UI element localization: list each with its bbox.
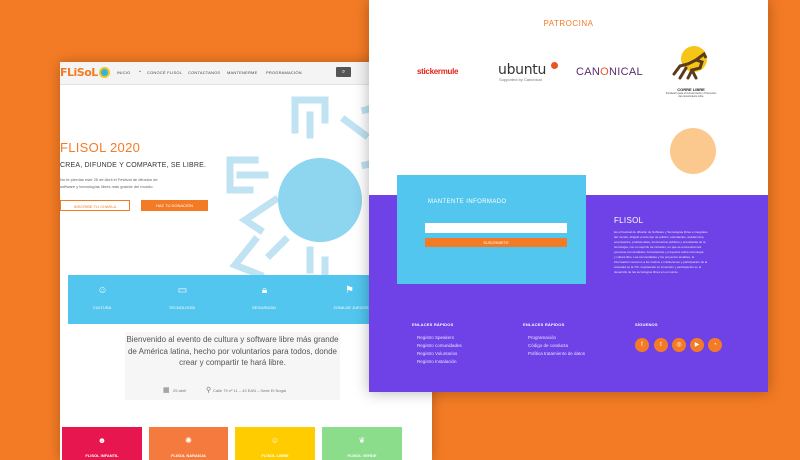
subscribe-button[interactable]: SUSCRIBETE [425,238,567,247]
hero-title: FLISOL 2020 [60,140,141,155]
sun-icon: ✺ [185,436,192,445]
quick-links-title: ENLACES RÁPIDOS [412,322,454,327]
nav-item-contactanos[interactable]: CONTACTANOS [188,70,220,75]
about-paragraph-line: sociedad en la TIC, impulsando su inmers… [614,265,702,269]
canonical-logo[interactable]: CANONICAL [576,66,643,78]
community-icon: ⚑ [345,285,354,296]
stickermule-logo[interactable]: stickermule [417,67,458,76]
kids-icon: ☻ [97,436,107,445]
card-label: FLISOL INFANTIL [85,453,119,458]
card-label: FLISOL NARANJA [171,453,206,458]
correlibre-tagline: del conocimiento Libre [678,95,704,98]
footer-link[interactable]: Código de conducta [528,343,568,348]
leaf-icon: ❦ [358,436,366,445]
location-pin-icon: ⚲ [206,387,212,394]
social-title: SÍGUENOS [635,322,658,327]
footer-link[interactable]: Política tratamiento de datos [528,351,585,356]
nav-item-conoce[interactable]: CONOCÉ FLISOL [147,70,182,75]
about-paragraph-line: Es el Festival de difusión de Software y… [614,230,708,234]
ubuntu-circle-icon [551,62,558,69]
sponsors-title: PATROCINA [543,19,594,28]
card-flisol-verde[interactable]: ❦ FLISOL VERDE [322,427,402,460]
facebook-icon[interactable]: f [635,338,649,352]
about-title: FLISOL [614,216,644,225]
register-talk-button[interactable]: INSCRIBE TU CHARLA [60,200,130,211]
card-flisol-naranja[interactable]: ✺ FLISOL NARANJA [149,427,228,460]
about-paragraph-line: desarrollo de las tecnologías libres en … [614,270,679,274]
quick-links-title: ENLACES RÁPIDOS [523,322,565,327]
monitor-icon: ▭ [177,285,188,296]
chevron-down-icon: ⌄ [138,68,143,74]
event-location: Calle 79 nº 11 – 43 EAN – Sede El Nogal [213,388,286,393]
footer-link[interactable]: Registro Speakers [417,335,454,340]
card-label: FLISOL VERDE [347,453,377,458]
footer-link[interactable]: Programación [528,335,556,340]
feature-label: SEGURIDAD [252,305,276,310]
search-icon[interactable]: ⌕ [336,67,351,77]
people-icon: ☺ [270,436,280,445]
newsletter-title: MANTENTE INFORMADO [428,199,507,205]
instagram-icon[interactable]: ◎ [672,338,686,352]
nav-item-programacion[interactable]: PROGRAMACIÓN [266,70,302,75]
feature-label: CULTURA [92,305,112,310]
footer-link[interactable]: Registro Instalación [417,359,457,364]
ubuntu-logo[interactable]: ubuntu [498,62,546,78]
event-date: 25 abril [173,388,187,393]
hero-description-line: No te pierdas este 25 de Abril el Festiv… [60,177,158,182]
footer-link[interactable]: Registro Voluntarios [417,351,457,356]
donate-button[interactable]: HAZ TU DONACIÓN [141,200,208,211]
rss-icon[interactable]: ◔ [708,338,722,352]
sun-logo-icon [98,67,110,78]
right-page-screenshot: PATROCINA stickermule ubuntu Supported b… [369,0,768,392]
about-paragraph-line: y cultura libre. Las comunidades y los p… [614,255,695,259]
about-paragraph-line: información consumo a los nativos e inst… [614,260,708,264]
card-label: FLISOL LIBRE [261,453,289,458]
about-paragraph-line: tecnología, con un espíritu de inclusión… [614,245,702,249]
hero-description-line: software y tecnologías libres más grande… [60,184,154,189]
card-flisol-libre[interactable]: ☺ FLISOL LIBRE [235,427,315,460]
decorative-circle [670,128,716,174]
footer-link[interactable]: Registro comunidades [417,343,462,348]
correlibre-horse-icon[interactable] [666,44,714,84]
hero-subtitle: CREA, DIFUNDE Y COMPARTE, SE LIBRE. [60,162,207,169]
culture-icon: ☺ [97,285,108,296]
lock-icon: 🔒︎ [261,285,268,296]
newsletter-box: MANTENTE INFORMADO SUSCRIBETE [397,175,586,284]
flisol-logo[interactable]: FLiSoL [60,66,110,79]
nav-item-mantenerme[interactable]: MANTENERME [227,70,257,75]
card-flisol-infantil[interactable]: ☻ FLISOL INFANTIL [62,427,142,460]
nav-item-inicio[interactable]: INICIO [117,70,130,75]
about-paragraph-line: personas comunidades, herramientas y pro… [614,250,704,254]
twitter-icon[interactable]: t [654,338,668,352]
ubuntu-tagline: Supported by Canonical [499,77,542,82]
welcome-text: Bienvenido al evento de cultura y softwa… [126,335,339,367]
calendar-icon: ▦ [163,387,170,394]
newsletter-email-input[interactable] [425,223,567,233]
feature-label: TECNOLOGÍA [168,305,196,310]
about-paragraph-line: del mundo, dirigido a todo tipo de públi… [614,235,705,239]
youtube-icon[interactable]: ▶ [690,338,704,352]
about-paragraph-line: empresarios, profesionales, funcionarios… [614,240,706,244]
